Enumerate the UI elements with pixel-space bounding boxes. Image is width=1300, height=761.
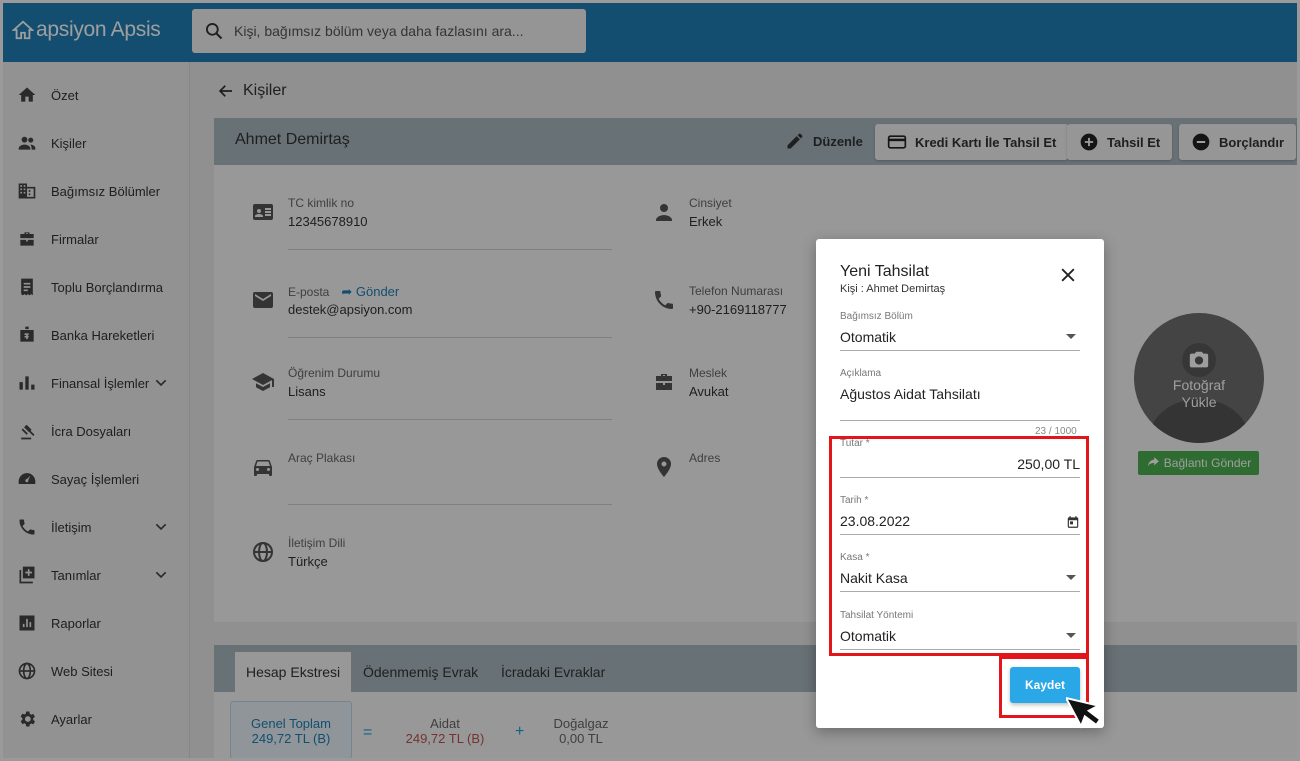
divider xyxy=(840,420,1080,421)
unit-value: Otomatik xyxy=(840,329,897,345)
description-value: Ağustos Aidat Tahsilatı xyxy=(840,386,981,402)
description-label: Açıklama xyxy=(840,368,882,379)
dialog-subtitle: Kişi : Ahmet Demirtaş xyxy=(840,283,946,295)
unit-label: Bağımsız Bölüm xyxy=(840,311,913,322)
divider xyxy=(840,350,1080,351)
highlight-box-form-fields xyxy=(829,436,1089,656)
dropdown-arrow-icon xyxy=(1066,334,1076,339)
mouse-cursor-icon xyxy=(1066,696,1102,729)
dialog-title: Yeni Tahsilat xyxy=(840,263,929,280)
close-icon[interactable] xyxy=(1058,265,1078,285)
modal-backdrop[interactable] xyxy=(0,0,1300,761)
